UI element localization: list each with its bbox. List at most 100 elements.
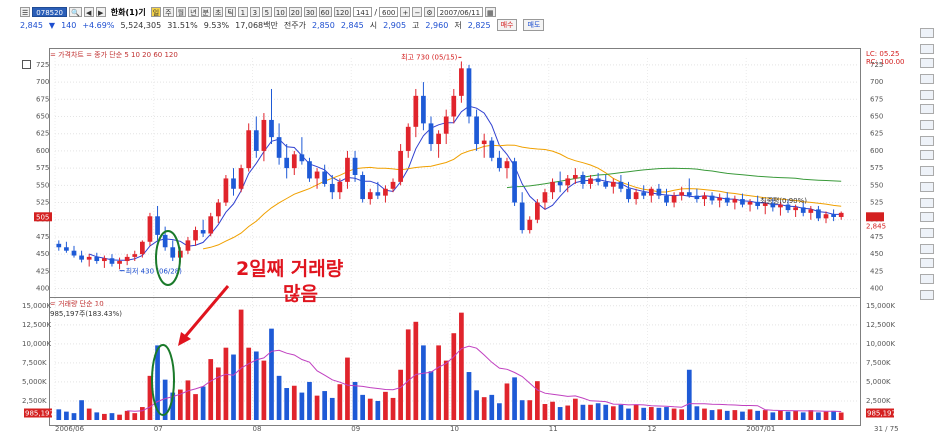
candle-body bbox=[345, 157, 350, 182]
volume-bar bbox=[550, 401, 555, 420]
candle-body bbox=[223, 178, 229, 203]
tool-icon-15[interactable] bbox=[920, 244, 934, 254]
candle-body bbox=[375, 192, 381, 196]
candle-body bbox=[246, 130, 252, 169]
price-label-right: 575 bbox=[870, 164, 883, 172]
candle-body bbox=[717, 197, 723, 201]
candle-body bbox=[155, 216, 160, 235]
price-label-left: 525 bbox=[36, 199, 49, 207]
candle-body bbox=[823, 214, 829, 219]
volume-bar bbox=[299, 392, 305, 420]
volume-bar bbox=[633, 404, 639, 420]
candle-body bbox=[162, 234, 168, 248]
volume-bar bbox=[588, 404, 593, 420]
tool-icon-11[interactable] bbox=[920, 182, 934, 192]
volume-bar bbox=[200, 386, 206, 420]
candle-body bbox=[664, 195, 669, 203]
price-label-left: 725 bbox=[36, 61, 49, 69]
candle-body bbox=[732, 199, 738, 203]
volume-bar bbox=[519, 400, 525, 420]
current-price-tag2-text: 2,845 bbox=[866, 222, 886, 230]
tool-icon-1[interactable] bbox=[920, 28, 934, 38]
volume-bar bbox=[565, 405, 571, 420]
volume-bar bbox=[284, 388, 290, 420]
volume-bar bbox=[709, 410, 715, 420]
volume-bar bbox=[223, 347, 229, 420]
volume-bar bbox=[762, 410, 768, 420]
candle-body bbox=[610, 181, 616, 187]
tool-icon-18[interactable] bbox=[920, 290, 934, 300]
candle-body bbox=[261, 119, 267, 151]
tool-icon-4[interactable] bbox=[920, 74, 934, 84]
candle-body bbox=[322, 171, 328, 184]
current-price-tag-right bbox=[866, 212, 884, 222]
cursor-icon[interactable] bbox=[920, 104, 934, 114]
price-label-left: 625 bbox=[36, 130, 49, 138]
tool-icon-12[interactable] bbox=[920, 198, 934, 208]
candle-body bbox=[709, 195, 715, 201]
volume-bar bbox=[656, 407, 662, 420]
volume-bar bbox=[208, 359, 214, 420]
text-tool-icon[interactable] bbox=[920, 212, 934, 222]
tool-icon-14[interactable] bbox=[920, 228, 934, 238]
volume-bar bbox=[124, 410, 130, 420]
tool-icon-3[interactable] bbox=[920, 58, 934, 68]
tool-icon-17[interactable] bbox=[920, 274, 934, 284]
price-label-right: 525 bbox=[870, 199, 883, 207]
volume-bar bbox=[390, 397, 396, 420]
volume-bar bbox=[816, 412, 821, 420]
max-price-label: 최고 730 (05/15) bbox=[401, 52, 458, 61]
annotation-volume-text-2: 많음 bbox=[283, 283, 318, 305]
price-label-left: 650 bbox=[36, 113, 49, 121]
candle-body bbox=[215, 202, 221, 217]
price-label-right: 725 bbox=[870, 61, 883, 69]
candle-body bbox=[603, 181, 609, 187]
tool-icon-16[interactable] bbox=[920, 258, 934, 268]
candle-body bbox=[299, 154, 305, 162]
volume-tag-text: 985,197 bbox=[25, 410, 54, 418]
candle-body bbox=[785, 204, 791, 211]
candle-body bbox=[542, 192, 548, 203]
volume-bar bbox=[238, 309, 244, 420]
candle-body bbox=[367, 192, 373, 200]
candle-body bbox=[86, 256, 92, 260]
tool-icon-9[interactable] bbox=[920, 150, 934, 160]
candle-body bbox=[808, 209, 814, 213]
volume-bar bbox=[724, 410, 730, 420]
volume-bar bbox=[231, 354, 236, 420]
volume-bar bbox=[246, 347, 252, 420]
candle-body bbox=[580, 175, 586, 184]
candle-body bbox=[633, 192, 639, 200]
volume-label-right: 12,500K bbox=[866, 321, 895, 329]
volume-bar bbox=[459, 312, 464, 420]
volume-bar bbox=[800, 412, 806, 420]
volume-label-left: 12,500K bbox=[22, 321, 51, 329]
candle-body bbox=[56, 243, 62, 248]
candle-body bbox=[800, 207, 806, 213]
volume-bar bbox=[557, 407, 563, 420]
candle-body bbox=[694, 195, 700, 200]
tool-icon-10[interactable] bbox=[920, 166, 934, 176]
volume-bar bbox=[785, 411, 791, 420]
tool-icon-5[interactable] bbox=[920, 90, 934, 100]
tool-icon-2[interactable] bbox=[920, 44, 934, 54]
candle-body bbox=[421, 95, 426, 124]
volume-bar bbox=[823, 411, 829, 420]
candle-body bbox=[588, 178, 593, 184]
candle-body bbox=[94, 256, 100, 262]
volume-label-right: 10,000K bbox=[866, 340, 895, 348]
price-label-left: 675 bbox=[36, 95, 49, 103]
price-label-right: 475 bbox=[870, 233, 883, 241]
volume-label-right: 5,000K bbox=[866, 378, 891, 386]
volume-bar bbox=[686, 369, 692, 420]
candle-body bbox=[671, 195, 677, 203]
candle-body bbox=[512, 161, 517, 203]
tool-icon-7[interactable] bbox=[920, 120, 934, 130]
candle-body bbox=[413, 95, 419, 127]
volume-bar bbox=[580, 404, 586, 420]
volume-bar bbox=[542, 404, 548, 420]
candle-body bbox=[314, 171, 320, 179]
candle-body bbox=[550, 181, 555, 193]
candle-body bbox=[648, 188, 654, 196]
trendline-icon[interactable] bbox=[920, 136, 934, 146]
